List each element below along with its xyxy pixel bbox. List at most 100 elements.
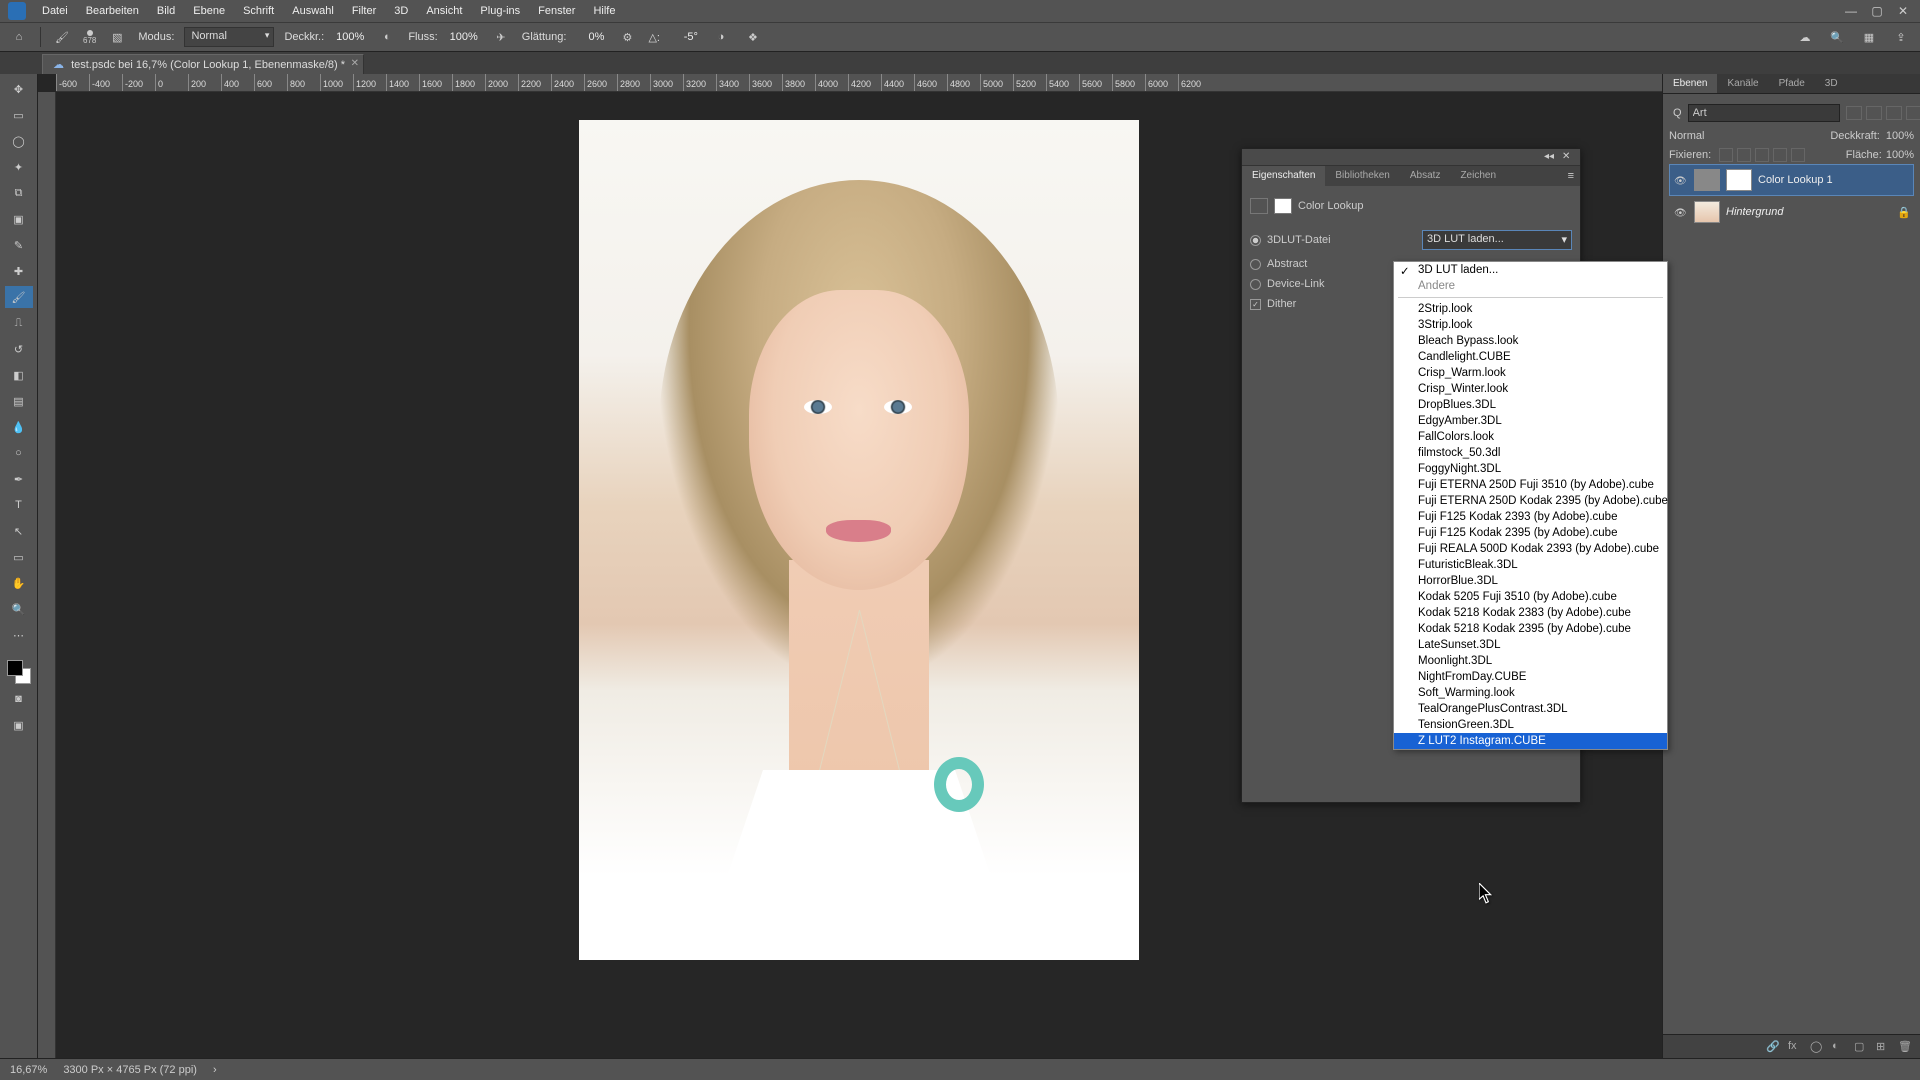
filter-adjust-icon[interactable] <box>1866 106 1882 120</box>
menu-ebene[interactable]: Ebene <box>185 3 233 19</box>
layer-mask-icon[interactable] <box>1726 169 1752 191</box>
radio-abstract[interactable] <box>1250 259 1261 270</box>
frame-tool-icon[interactable]: ▣ <box>5 208 33 230</box>
menu-ansicht[interactable]: Ansicht <box>418 3 470 19</box>
lasso-tool-icon[interactable]: ◯ <box>5 130 33 152</box>
lut-item[interactable]: Bleach Bypass.look <box>1394 333 1667 349</box>
layer-hintergrund[interactable]: Hintergrund 🔒 <box>1669 196 1914 228</box>
lut-item[interactable]: Fuji ETERNA 250D Kodak 2395 (by Adobe).c… <box>1394 493 1667 509</box>
lut-item[interactable]: Kodak 5218 Kodak 2395 (by Adobe).cube <box>1394 621 1667 637</box>
crop-tool-icon[interactable]: ⧉ <box>5 182 33 204</box>
panel-menu-icon[interactable]: ≡ <box>1562 166 1580 186</box>
lock-transparency-icon[interactable] <box>1719 148 1733 162</box>
home-icon[interactable]: ⌂ <box>8 26 30 48</box>
brush-tool-icon[interactable]: 🖌 <box>51 26 73 48</box>
brush-preset-icon[interactable]: ▧ <box>106 26 128 48</box>
collapse-icon[interactable]: ◂◂ <box>1544 151 1556 163</box>
pressure-size-icon[interactable]: ◑ <box>710 26 732 48</box>
menu-3d[interactable]: 3D <box>386 3 416 19</box>
search-icon[interactable]: 🔍 <box>1826 26 1848 48</box>
lock-position-icon[interactable] <box>1755 148 1769 162</box>
lut-item[interactable]: Fuji ETERNA 250D Fuji 3510 (by Adobe).cu… <box>1394 477 1667 493</box>
hand-tool-icon[interactable]: ✋ <box>5 572 33 594</box>
menu-bild[interactable]: Bild <box>149 3 183 19</box>
eyedropper-tool-icon[interactable]: ✎ <box>5 234 33 256</box>
lut-item[interactable]: Moonlight.3DL <box>1394 653 1667 669</box>
blend-mode-dropdown[interactable]: Normal <box>184 27 274 47</box>
eraser-tool-icon[interactable]: ◧ <box>5 364 33 386</box>
document-tab[interactable]: ☁ test.psdc bei 16,7% (Color Lookup 1, E… <box>42 54 364 74</box>
lut-item[interactable]: FoggyNight.3DL <box>1394 461 1667 477</box>
visibility-icon[interactable] <box>1674 175 1688 185</box>
group-icon[interactable]: ▢ <box>1854 1040 1868 1054</box>
fill-value[interactable]: 100% <box>1886 149 1914 161</box>
layer-name[interactable]: Color Lookup 1 <box>1758 174 1909 186</box>
opacity-value[interactable]: 100% <box>334 31 366 43</box>
lock-pixels-icon[interactable] <box>1737 148 1751 162</box>
mask-icon[interactable]: ◯ <box>1810 1040 1824 1054</box>
lock-artboard-icon[interactable] <box>1773 148 1787 162</box>
visibility-icon[interactable] <box>1674 207 1688 217</box>
marquee-tool-icon[interactable]: ▭ <box>5 104 33 126</box>
shape-tool-icon[interactable]: ▭ <box>5 546 33 568</box>
menu-plugins[interactable]: Plug-ins <box>472 3 528 19</box>
angle-value[interactable]: -5° <box>670 31 700 43</box>
quickmask-icon[interactable]: ◙ <box>5 688 33 710</box>
edit-toolbar-icon[interactable]: ⋯ <box>5 624 33 646</box>
filter-shape-icon[interactable] <box>1906 106 1920 120</box>
window-minimize-button[interactable]: — <box>1842 4 1860 18</box>
lut-item[interactable]: TealOrangePlusContrast.3DL <box>1394 701 1667 717</box>
lut-item[interactable]: Crisp_Warm.look <box>1394 365 1667 381</box>
dodge-tool-icon[interactable]: ○ <box>5 442 33 464</box>
zoom-level[interactable]: 16,67% <box>10 1064 47 1076</box>
lut-item[interactable]: DropBlues.3DL <box>1394 397 1667 413</box>
lock-all-icon[interactable] <box>1791 148 1805 162</box>
filter-type-icon[interactable] <box>1886 106 1902 120</box>
lut-item[interactable]: FallColors.look <box>1394 429 1667 445</box>
tab-bibliotheken[interactable]: Bibliotheken <box>1325 166 1399 186</box>
pen-tool-icon[interactable]: ✒ <box>5 468 33 490</box>
tab-3d[interactable]: 3D <box>1815 74 1848 93</box>
lut-item[interactable]: Soft_Warming.look <box>1394 685 1667 701</box>
ruler-horizontal[interactable]: -600-400-2000200400600800100012001400160… <box>56 74 1662 92</box>
smoothing-value[interactable]: 0% <box>576 31 606 43</box>
delete-icon[interactable]: 🗑 <box>1898 1040 1912 1054</box>
lut-item[interactable]: Fuji F125 Kodak 2395 (by Adobe).cube <box>1394 525 1667 541</box>
smoothing-options-icon[interactable]: ⚙ <box>616 26 638 48</box>
layer-blend-dropdown[interactable]: Normal <box>1669 130 1824 142</box>
layer-color-lookup[interactable]: Color Lookup 1 <box>1669 164 1914 196</box>
lut-item[interactable]: Kodak 5218 Kodak 2383 (by Adobe).cube <box>1394 605 1667 621</box>
lut-item[interactable]: 3Strip.look <box>1394 317 1667 333</box>
screenmode-icon[interactable]: ▣ <box>5 714 33 736</box>
radio-devicelink[interactable] <box>1250 279 1261 290</box>
tab-zeichen[interactable]: Zeichen <box>1450 166 1506 186</box>
check-dither[interactable]: ✓ <box>1250 299 1261 310</box>
filter-pixel-icon[interactable] <box>1846 106 1862 120</box>
path-tool-icon[interactable]: ↖ <box>5 520 33 542</box>
status-chevron-icon[interactable]: › <box>213 1064 217 1076</box>
lut-item-other[interactable]: Andere <box>1394 278 1667 294</box>
pressure-opacity-icon[interactable]: ◐ <box>376 26 398 48</box>
menu-auswahl[interactable]: Auswahl <box>284 3 342 19</box>
move-tool-icon[interactable]: ✥ <box>5 78 33 100</box>
tab-absatz[interactable]: Absatz <box>1400 166 1451 186</box>
brush-tool-icon[interactable]: 🖌 <box>5 286 33 308</box>
lut-file-dropdown[interactable]: 3D LUT laden... <box>1422 230 1572 250</box>
lut-item[interactable]: 2Strip.look <box>1394 301 1667 317</box>
lut-item-load[interactable]: 3D LUT laden... <box>1394 262 1667 278</box>
tab-pfade[interactable]: Pfade <box>1769 74 1815 93</box>
lut-item[interactable]: EdgyAmber.3DL <box>1394 413 1667 429</box>
lut-item[interactable]: Z LUT2 Instagram.CUBE <box>1394 733 1667 749</box>
blur-tool-icon[interactable]: 💧 <box>5 416 33 438</box>
lut-item[interactable]: FuturisticBleak.3DL <box>1394 557 1667 573</box>
lut-item[interactable]: Fuji REALA 500D Kodak 2393 (by Adobe).cu… <box>1394 541 1667 557</box>
fx-icon[interactable]: fx <box>1788 1040 1802 1054</box>
layer-opacity-value[interactable]: 100% <box>1886 130 1914 142</box>
color-swatch[interactable] <box>7 660 31 684</box>
window-close-button[interactable]: ✕ <box>1894 4 1912 18</box>
tab-ebenen[interactable]: Ebenen <box>1663 74 1717 93</box>
zoom-tool-icon[interactable]: 🔍 <box>5 598 33 620</box>
wand-tool-icon[interactable]: ✦ <box>5 156 33 178</box>
airbrush-icon[interactable]: ✈ <box>490 26 512 48</box>
lut-item[interactable]: Fuji F125 Kodak 2393 (by Adobe).cube <box>1394 509 1667 525</box>
